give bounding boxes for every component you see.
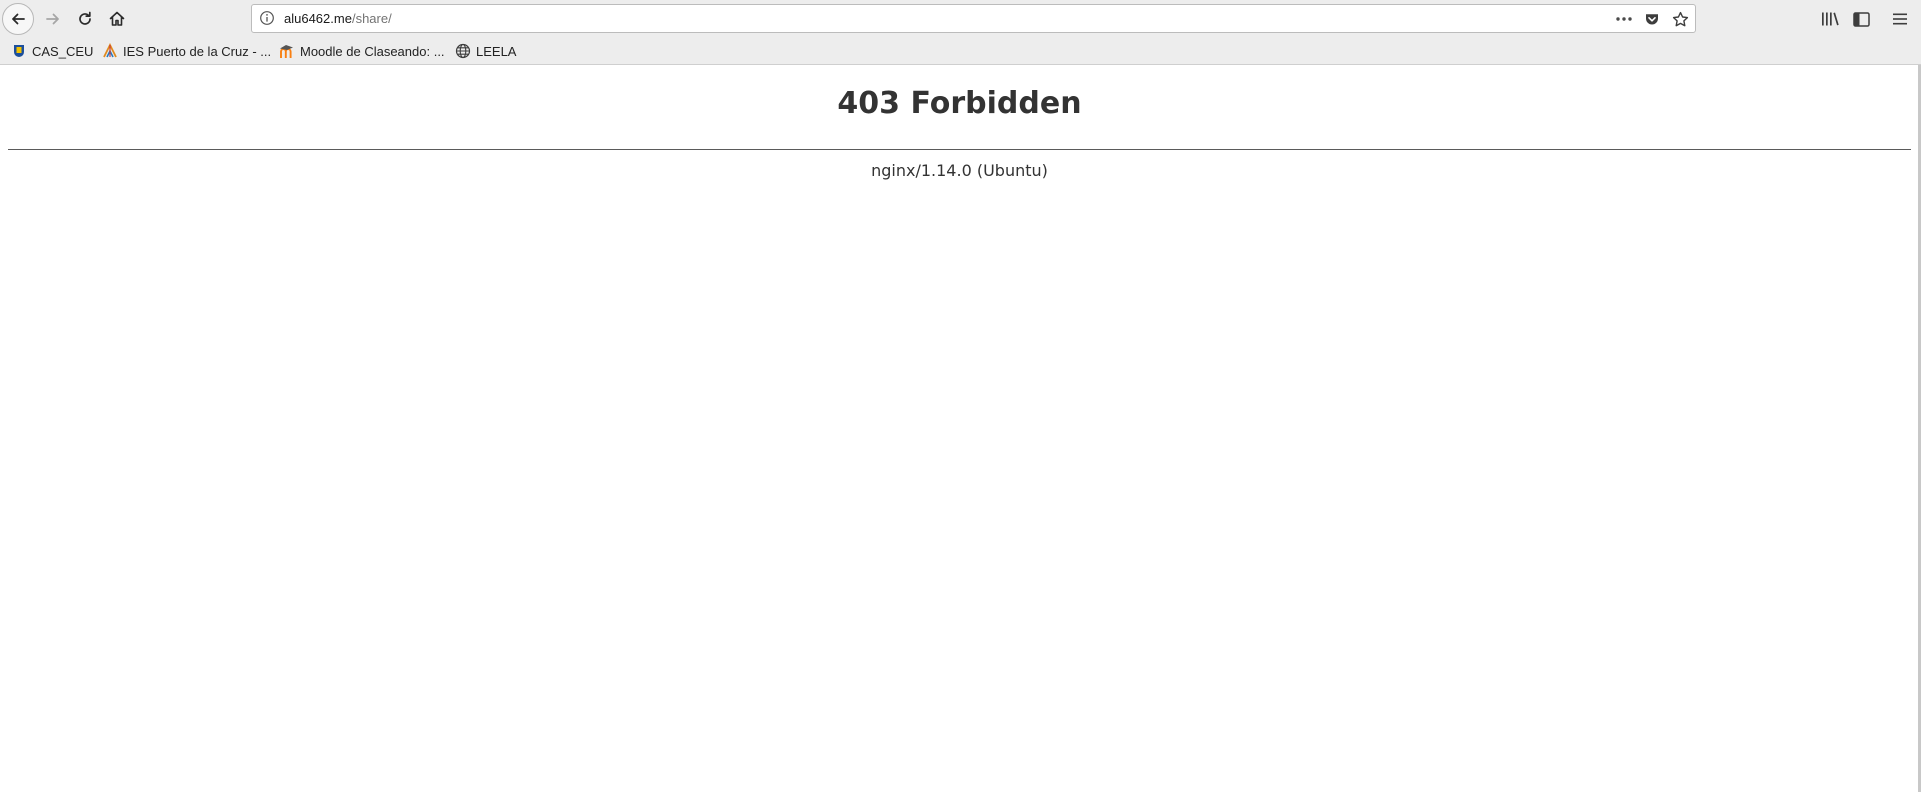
url-path: /share/: [351, 11, 392, 26]
cas-ceu-favicon: [11, 43, 27, 59]
bookmark-cas-ceu[interactable]: CAS_CEU: [11, 41, 93, 61]
navigation-toolbar: alu6462.me/share/: [0, 0, 1921, 38]
bookmark-moodle-de-claseando[interactable]: Moodle de Claseando: ...: [279, 41, 445, 61]
globe-icon: [455, 43, 471, 59]
forward-button[interactable]: [37, 3, 69, 35]
url-host: alu6462.me: [284, 11, 352, 26]
url-text[interactable]: alu6462.me/share/: [284, 11, 392, 26]
ies-favicon: [102, 43, 118, 59]
page-title: 403 Forbidden: [837, 86, 1082, 121]
browser-chrome: alu6462.me/share/ CAS_CEU IES Puerto de …: [0, 0, 1921, 65]
sidebar-button[interactable]: [1849, 7, 1873, 31]
bookmark-leela[interactable]: LEELA: [455, 41, 516, 61]
reload-icon: [79, 11, 91, 25]
page-content: 403 Forbidden nginx/1.14.0 (Ubuntu): [0, 65, 1921, 792]
bookmark-label: IES Puerto de la Cruz - ...: [123, 43, 272, 59]
library-button[interactable]: [1818, 7, 1842, 31]
back-button[interactable]: [2, 3, 34, 35]
menu-button[interactable]: [1888, 7, 1912, 31]
bookmarks-toolbar: CAS_CEU IES Puerto de la Cruz - ... Mood…: [0, 38, 1921, 64]
hamburger-menu-icon: [1893, 13, 1907, 25]
sidebar-icon: [1852, 11, 1870, 27]
forward-arrow-icon: [46, 13, 59, 25]
more-horizontal-icon[interactable]: [1613, 8, 1635, 30]
pocket-icon[interactable]: [1641, 8, 1663, 30]
home-icon: [109, 11, 125, 26]
library-icon: [1822, 12, 1839, 26]
server-signature: nginx/1.14.0 (Ubuntu): [871, 161, 1048, 180]
bookmark-label: LEELA: [476, 43, 517, 59]
info-icon[interactable]: [259, 10, 275, 31]
moodle-favicon: [279, 43, 295, 59]
url-bar[interactable]: alu6462.me/share/: [251, 4, 1696, 33]
star-icon[interactable]: [1669, 8, 1691, 30]
home-button[interactable]: [101, 3, 133, 35]
divider: [8, 149, 1911, 150]
bookmark-ies-puerto-de-la-cruz[interactable]: IES Puerto de la Cruz - ...: [102, 41, 271, 61]
back-arrow-icon: [12, 13, 25, 25]
bookmark-label: CAS_CEU: [32, 43, 94, 59]
bookmark-label: Moodle de Claseando: ...: [300, 43, 445, 59]
reload-button[interactable]: [69, 3, 101, 35]
